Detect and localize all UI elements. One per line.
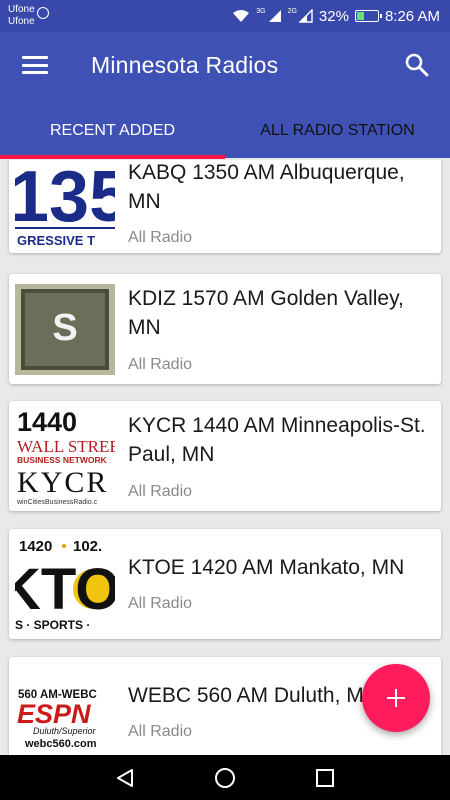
status-icons: 3G 2G 32% 8:26 AM xyxy=(232,6,440,26)
station-logo: S xyxy=(15,284,115,375)
station-category: All Radio xyxy=(128,229,193,246)
logo-text-network: BUSINESS NETWORK xyxy=(17,455,108,465)
active-tab-indicator xyxy=(0,155,225,159)
station-category: All Radio xyxy=(128,595,193,612)
logo-text-duluth: Duluth/Superior xyxy=(33,726,97,736)
battery-icon xyxy=(354,10,382,22)
logo-text-1440: 1440 xyxy=(17,407,77,437)
logo-text-url: winCitiesBusinessRadio.c xyxy=(16,499,98,506)
tab-all-radio-station[interactable]: ALL RADIO STATION xyxy=(225,114,450,158)
station-logo: 1440 WALL STREET BUSINESS NETWORK KYCR w… xyxy=(15,407,115,507)
carrier-label-1: Ufone xyxy=(8,4,35,15)
logo-text-espn: ESPN xyxy=(17,699,91,729)
logo-text-s: S xyxy=(52,307,77,349)
station-name: KDIZ 1570 AM Golden Valley, MN xyxy=(128,287,404,339)
system-nav-bar xyxy=(0,755,450,800)
recents-square-icon[interactable] xyxy=(314,767,336,789)
tab-recent-added[interactable]: RECENT ADDED xyxy=(0,114,225,158)
station-category: All Radio xyxy=(128,723,193,740)
list-item[interactable]: S KDIZ 1570 AM Golden Valley, MN All Rad… xyxy=(9,274,441,384)
station-logo: 560 AM-WEBC ESPN Duluth/Superior webc560… xyxy=(15,663,115,755)
search-icon[interactable] xyxy=(404,52,430,78)
clock: 8:26 AM xyxy=(384,7,440,25)
back-triangle-icon[interactable] xyxy=(114,767,136,789)
battery-percent: 32% xyxy=(318,7,349,25)
station-name: KABQ 1350 AM Albuquerque, MN xyxy=(128,161,405,213)
carrier-label-2: Ufone xyxy=(8,16,35,27)
station-name: KYCR 1440 AM Minneapolis-St. Paul, MN xyxy=(128,414,426,466)
logo-text-progressive: GRESSIVE T xyxy=(17,233,95,248)
station-name: KTOE 1420 AM Mankato, MN xyxy=(128,556,405,579)
tab-bar: RECENT ADDED ALL RADIO STATION xyxy=(0,114,450,158)
logo-text-1420: 1420 xyxy=(19,538,52,555)
station-logo: 135 GRESSIVE T xyxy=(15,160,115,251)
logo-text-wallstreet: WALL STREET xyxy=(17,437,115,456)
network-type-1: 3G xyxy=(256,7,266,15)
station-category: All Radio xyxy=(128,356,193,373)
list-item[interactable]: 1440 WALL STREET BUSINESS NETWORK KYCR w… xyxy=(9,401,441,511)
station-logo: 1420 102. KTO S · SPORTS · xyxy=(15,535,115,635)
signal-icon-1 xyxy=(268,9,282,23)
home-circle-icon[interactable] xyxy=(214,767,236,789)
logo-text-102: 102. xyxy=(73,538,102,555)
logo-text-sports: S · SPORTS · xyxy=(15,618,90,632)
hamburger-menu-icon[interactable] xyxy=(22,54,48,76)
whatsapp-notification-icon xyxy=(37,7,49,19)
logo-text-kycr: KYCR xyxy=(17,466,108,499)
station-category: All Radio xyxy=(128,483,193,500)
status-bar: Ufone Ufone 3G 2G 32% 8:26 AM xyxy=(0,0,450,32)
list-item[interactable]: 135 GRESSIVE T KABQ 1350 AM Albuquerque,… xyxy=(9,160,441,253)
add-fab-button[interactable] xyxy=(362,664,430,732)
wifi-icon xyxy=(232,9,250,23)
network-type-2: 2G xyxy=(287,7,297,15)
page-title: Minnesota Radios xyxy=(91,52,279,78)
app-bar: Minnesota Radios RECENT ADDED ALL RADIO … xyxy=(0,32,450,158)
list-item[interactable]: 1420 102. KTO S · SPORTS · KTOE 1420 AM … xyxy=(9,529,441,639)
signal-icon-2 xyxy=(298,9,313,23)
logo-text-kto: KTO xyxy=(15,557,115,622)
logo-text-webc-url: webc560.com xyxy=(24,738,97,750)
battery-level-fill xyxy=(356,12,364,20)
logo-text-135: 135 xyxy=(15,160,115,237)
